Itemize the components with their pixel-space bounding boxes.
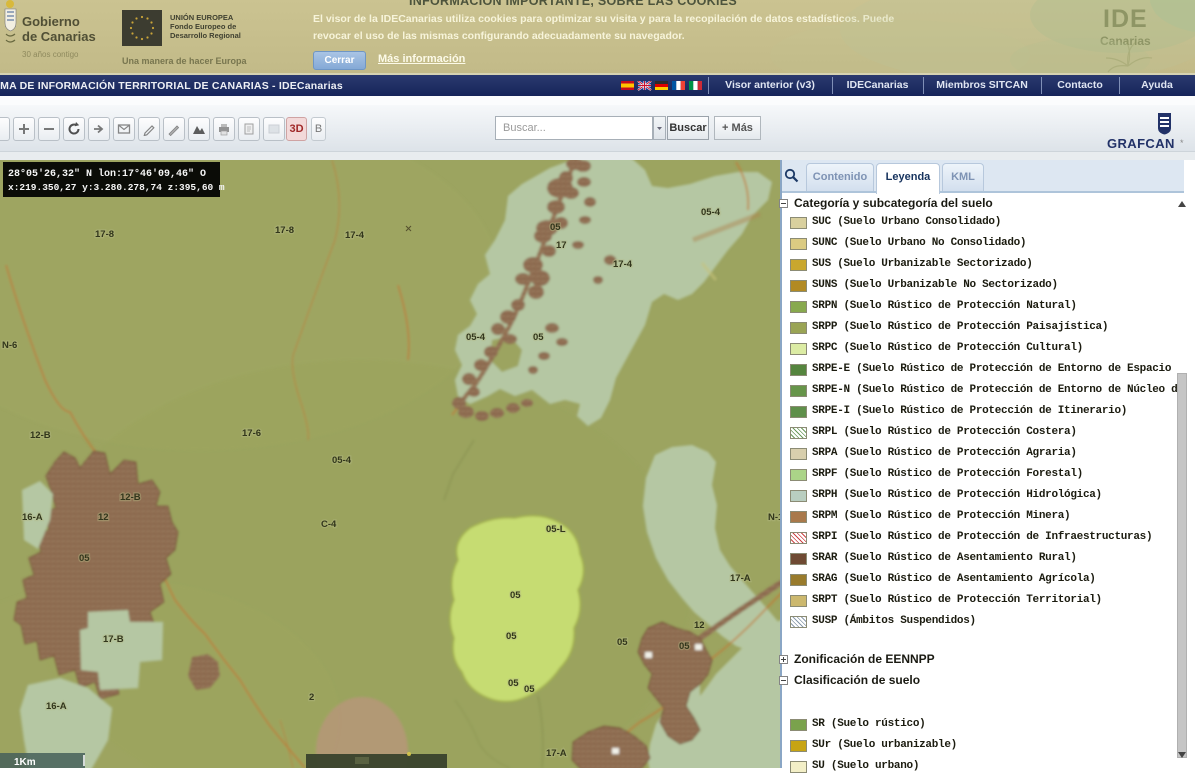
svg-text:28°05'26,32" N lon:17°46'09,4: 28°05'26,32" N lon:17°46'09,46" O [8,168,206,180]
svg-text:05-L: 05-L [546,524,566,535]
svg-text:17-8: 17-8 [275,225,294,236]
svg-text:12: 12 [98,512,109,523]
svg-text:N-6: N-6 [2,340,17,351]
svg-text:17-A: 17-A [546,748,567,759]
svg-text:x:219.350,27 y:3.280.278,74 z:: x:219.350,27 y:3.280.278,74 z:395,60 m [8,182,225,193]
svg-text:17-8: 17-8 [95,229,114,240]
svg-text:05-4: 05-4 [332,455,352,466]
svg-text:05: 05 [679,641,690,652]
svg-text:17-6: 17-6 [242,428,261,439]
svg-text:16-A: 16-A [22,512,43,523]
svg-text:05-4: 05-4 [701,207,721,218]
svg-text:17-4: 17-4 [613,259,633,270]
svg-text:05: 05 [550,222,561,233]
svg-text:05: 05 [510,590,521,601]
svg-text:12-B: 12-B [120,492,141,503]
svg-text:17: 17 [556,240,567,251]
svg-text:12: 12 [694,620,705,631]
svg-text:05: 05 [524,684,535,695]
svg-text:05: 05 [508,678,519,689]
svg-text:17-B: 17-B [103,634,124,645]
svg-text:N-1: N-1 [768,512,780,523]
svg-text:12-B: 12-B [30,430,51,441]
svg-text:17-A: 17-A [730,573,751,584]
svg-text:2: 2 [309,692,314,703]
svg-text:05: 05 [617,637,628,648]
svg-text:1Km: 1Km [14,757,36,768]
svg-text:05: 05 [533,332,544,343]
svg-text:05-4: 05-4 [466,332,486,343]
svg-text:17-4: 17-4 [345,230,365,241]
svg-text:16-A: 16-A [46,701,67,712]
svg-text:05: 05 [79,553,90,564]
svg-text:05: 05 [506,631,517,642]
svg-text:C-4: C-4 [321,519,337,530]
